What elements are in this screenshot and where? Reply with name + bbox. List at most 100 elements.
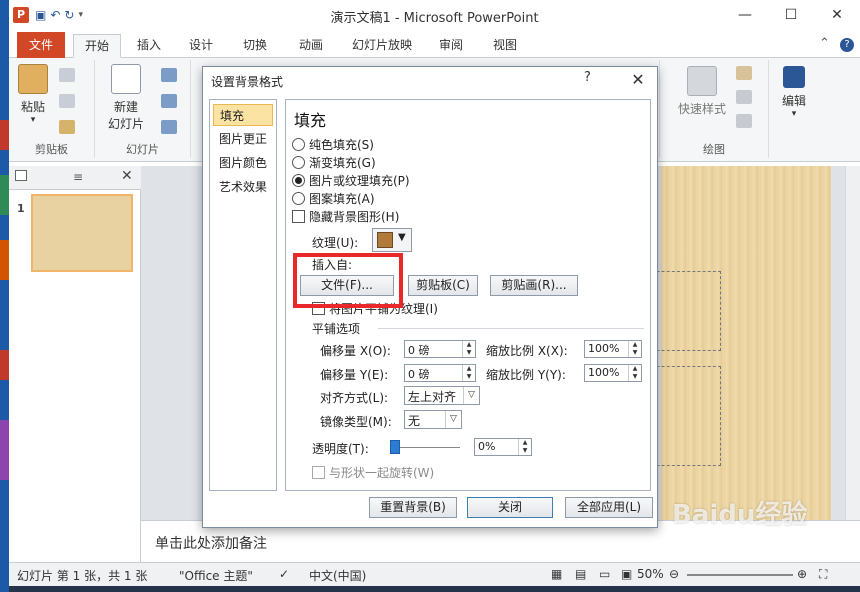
transparency-input[interactable]: 0% ▲ ▼ xyxy=(474,438,532,456)
alignment-label: 对齐方式(L): xyxy=(320,391,389,405)
spellcheck-icon[interactable]: ✓ xyxy=(279,567,289,581)
clipart-button[interactable]: 剪贴画(R)... xyxy=(490,275,578,296)
reading-view-icon[interactable]: ▭ xyxy=(599,567,610,581)
tab-home[interactable]: 开始 xyxy=(73,34,121,58)
nav-picture-corrections[interactable]: 图片更正 xyxy=(213,128,273,150)
group-editing: 编辑 ▾ xyxy=(771,60,817,158)
transparency-label: 透明度(T): xyxy=(312,442,369,456)
dialog-close-button[interactable]: ✕ xyxy=(621,67,655,93)
reset-slide-icon[interactable] xyxy=(161,94,177,108)
tab-animations[interactable]: 动画 xyxy=(291,34,331,58)
zoom-in-icon[interactable]: ⊕ xyxy=(797,567,807,581)
minimize-ribbon-icon[interactable]: ⌃ xyxy=(819,36,830,51)
tab-design[interactable]: 设计 xyxy=(181,34,221,58)
texture-swatch-icon xyxy=(377,232,393,248)
mirror-type-label: 镜像类型(M): xyxy=(320,415,392,429)
annotation-highlight-box xyxy=(293,253,403,308)
edit-label: 编辑 xyxy=(781,94,806,108)
alignment-select[interactable]: 左上对齐 ▽ xyxy=(404,386,480,405)
slideshow-icon[interactable]: ▣ xyxy=(621,567,632,581)
offset-y-label: 偏移量 Y(E): xyxy=(320,368,389,382)
baidu-watermark: Baidu经验 xyxy=(672,500,808,530)
close-button[interactable]: ✕ xyxy=(814,0,860,31)
tab-view[interactable]: 视图 xyxy=(485,34,525,58)
paste-button[interactable]: 粘贴 ▾ xyxy=(13,64,53,125)
section-icon[interactable] xyxy=(161,120,177,134)
zoom-level[interactable]: 50% xyxy=(637,567,664,581)
new-slide-button[interactable]: 新建 幻灯片 xyxy=(99,64,153,132)
edit-button[interactable]: 编辑 ▾ xyxy=(777,66,811,119)
vertical-scrollbar[interactable] xyxy=(845,166,860,520)
radio-gradient-fill[interactable]: 渐变填充(G) xyxy=(292,154,376,172)
nav-fill[interactable]: 填充 xyxy=(213,104,273,126)
clipboard-button[interactable]: 剪贴板(C) xyxy=(408,275,478,296)
radio-pattern-fill[interactable]: 图案填充(A) xyxy=(292,190,375,208)
desktop-strip xyxy=(0,0,9,592)
minimize-button[interactable]: — xyxy=(722,0,768,31)
offset-x-input[interactable]: 0 磅 ▲ ▼ xyxy=(404,340,476,358)
help-icon[interactable]: ? xyxy=(840,38,854,52)
transparency-slider-track xyxy=(390,447,460,448)
format-painter-icon[interactable] xyxy=(59,120,75,134)
zoom-slider[interactable] xyxy=(687,574,793,576)
dialog-nav: 填充 图片更正 图片颜色 艺术效果 xyxy=(209,99,277,491)
dialog-title: 设置背景格式 xyxy=(211,75,284,89)
chevron-down-icon: ▼ xyxy=(398,232,406,243)
slide-canvas[interactable] xyxy=(641,166,831,520)
slide-thumbnail[interactable] xyxy=(31,194,133,272)
slide-info: 幻灯片 第 1 张，共 1 张 xyxy=(17,569,148,583)
new-slide-icon xyxy=(111,64,141,94)
notes-placeholder: 单击此处添加备注 xyxy=(155,536,267,552)
quick-styles-label: 快速样式 xyxy=(677,102,726,116)
radio-solid-fill[interactable]: 纯色填充(S) xyxy=(292,136,374,154)
offset-y-input[interactable]: 0 磅 ▲ ▼ xyxy=(404,364,476,382)
dialog-help-button[interactable]: ? xyxy=(584,70,591,85)
slides-tab-icon[interactable] xyxy=(15,170,27,181)
shape-effects-icon[interactable] xyxy=(736,114,752,128)
checkbox-hide-background[interactable]: 隐藏背景图形(H) xyxy=(292,208,399,226)
language: 中文(中国) xyxy=(309,569,367,583)
tab-file[interactable]: 文件 xyxy=(17,32,65,58)
maximize-button[interactable]: ☐ xyxy=(768,0,814,31)
dialog-close-action-button[interactable]: 关闭 xyxy=(467,497,553,518)
tab-insert[interactable]: 插入 xyxy=(129,34,169,58)
powerpoint-window: P ▣ ↶ ↻ ▾ 演示文稿1 - Microsoft PowerPoint —… xyxy=(0,0,860,592)
format-background-dialog: 设置背景格式 ? ✕ 填充 图片更正 图片颜色 艺术效果 填充 纯色填充(S) … xyxy=(202,66,658,528)
mirror-type-select[interactable]: 无 ▽ xyxy=(404,410,462,429)
transparency-slider[interactable] xyxy=(390,440,460,454)
cut-icon[interactable] xyxy=(59,68,75,82)
panel-title: 填充 xyxy=(294,111,327,130)
tab-review[interactable]: 审阅 xyxy=(431,34,471,58)
scale-x-input[interactable]: 100% ▲ ▼ xyxy=(584,340,642,358)
scale-y-input[interactable]: 100% ▲ ▼ xyxy=(584,364,642,382)
copy-icon[interactable] xyxy=(59,94,75,108)
new-slide-label: 新建 xyxy=(113,100,138,114)
texture-dropdown[interactable]: ▼ xyxy=(372,228,412,252)
apply-to-all-button[interactable]: 全部应用(L) xyxy=(565,497,653,518)
transparency-slider-thumb[interactable] xyxy=(390,440,400,454)
tile-options-divider xyxy=(378,328,644,329)
nav-artistic-effects[interactable]: 艺术效果 xyxy=(213,176,273,198)
checkbox-rotate-with-shape[interactable]: 与形状一起旋转(W) xyxy=(312,464,434,481)
outline-tab-icon[interactable]: ≡ xyxy=(73,170,83,184)
zoom-out-icon[interactable]: ⊖ xyxy=(669,567,679,581)
chevron-down-icon: ▽ xyxy=(445,411,461,428)
nav-picture-color[interactable]: 图片颜色 xyxy=(213,152,273,174)
group-slides-label: 幻灯片 xyxy=(126,143,159,156)
reset-background-button[interactable]: 重置背景(B) xyxy=(369,497,457,518)
chevron-down-icon: ▽ xyxy=(463,387,479,404)
radio-picture-texture-fill[interactable]: 图片或纹理填充(P) xyxy=(292,172,410,190)
fit-slide-icon[interactable]: ⛶ xyxy=(819,567,827,582)
tab-slideshow[interactable]: 幻灯片放映 xyxy=(345,34,419,58)
texture-label: 纹理(U): xyxy=(312,236,359,250)
quick-styles-button[interactable]: 快速样式 xyxy=(674,66,730,117)
layout-icon[interactable] xyxy=(161,68,177,82)
baidu-watermark-url: jingyan.baidu.com xyxy=(708,528,810,541)
close-pane-icon[interactable]: ✕ xyxy=(121,168,133,184)
slide-sorter-icon[interactable]: ▤ xyxy=(575,567,586,581)
tab-transitions[interactable]: 切换 xyxy=(235,34,275,58)
shape-outline-icon[interactable] xyxy=(736,90,752,104)
normal-view-icon[interactable]: ▦ xyxy=(551,567,562,581)
shape-fill-icon[interactable] xyxy=(736,66,752,80)
paste-icon xyxy=(18,64,48,94)
